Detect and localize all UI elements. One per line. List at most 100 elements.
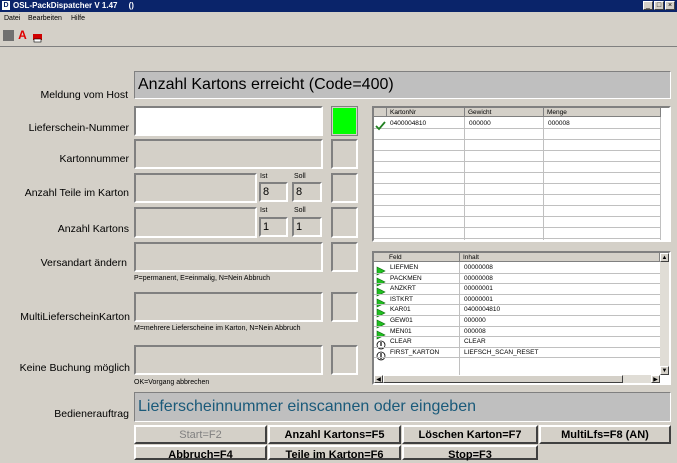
title-bar: D OSL-PackDispatcher V 1.47 () [0, 0, 677, 12]
kartons-ist-value: 1 [259, 217, 288, 237]
label-kartonnummer: Kartonnummer [59, 153, 129, 165]
field-table[interactable]: Feld Inhalt LIEFMEN 00000008 PACKMEN 000000… [372, 251, 671, 385]
field-row-feld[interactable]: ANZKRT [390, 284, 416, 293]
field-row-feld[interactable]: KAR01 [390, 305, 411, 314]
field-scroll-up[interactable]: ▲ [660, 253, 669, 262]
karton-row-menge[interactable]: 000008 [548, 119, 570, 128]
field-row-feld[interactable]: CLEAR [390, 337, 412, 346]
multi-hint: M=mehrere Lieferscheine im Karton, N=Nei… [134, 325, 301, 332]
green-arrow-icon [376, 305, 386, 318]
host-message: Anzahl Kartons erreicht (Code=400) [134, 71, 671, 99]
field-row-feld[interactable]: GEW01 [390, 316, 413, 325]
maximize-button[interactable]: □ [654, 1, 664, 10]
kartons-field [134, 207, 257, 238]
app-icon: D [2, 1, 10, 10]
karton-header-gewicht[interactable]: Gewicht [465, 108, 544, 117]
field-hscroll-thumb[interactable] [383, 375, 623, 383]
field-row-feld[interactable]: ISTKRT [390, 295, 413, 304]
karton-header-kartonnr[interactable]: KartonNr [387, 108, 465, 117]
info-icon [376, 348, 386, 361]
start-button[interactable]: Start=F2 [134, 425, 267, 444]
field-scroll-track[interactable] [660, 262, 669, 366]
stop-icon[interactable] [3, 30, 14, 41]
kartonnummer-field[interactable] [134, 139, 323, 169]
green-arrow-icon [376, 316, 386, 329]
field-scroll-down[interactable]: ▼ [660, 366, 669, 375]
field-row-inhalt[interactable]: LIEFSCH_SCAN_RESET [464, 348, 538, 357]
loeschen-karton-button[interactable]: Löschen Karton=F7 [402, 425, 538, 444]
lieferschein-input[interactable] [134, 106, 323, 136]
field-row-inhalt[interactable]: 000000 [464, 316, 486, 325]
field-row-feld[interactable]: FIRST_KARTON [390, 348, 439, 357]
field-hscroll-track[interactable] [383, 375, 651, 383]
field-header-feld[interactable]: Feld [374, 253, 460, 262]
menu-bearbeiten[interactable]: Bearbeiten [28, 13, 62, 25]
check-icon [375, 118, 386, 131]
label-keine-buchung: Keine Buchung möglich [19, 362, 130, 374]
stop-button[interactable]: Stop=F3 [402, 445, 538, 461]
label-bediener: Bedienerauftrag [54, 408, 129, 420]
field-row-inhalt[interactable]: 00000008 [464, 263, 493, 272]
label-meldung: Meldung vom Host [40, 89, 128, 101]
label-anzahl-teile: Anzahl Teile im Karton [24, 187, 129, 199]
field-row-feld[interactable]: LIEFMEN [390, 263, 418, 272]
field-row-inhalt[interactable]: 0400004810 [464, 305, 500, 314]
field-row-feld[interactable]: PACKMEN [390, 274, 422, 283]
multi-field[interactable] [134, 292, 323, 322]
status-fill [333, 108, 356, 134]
menu-datei[interactable]: Datei [4, 13, 20, 25]
multi-status [331, 292, 358, 322]
info-icon [376, 337, 386, 350]
karton-row-gewicht[interactable]: 000000 [469, 119, 491, 128]
toolbar: A [0, 27, 677, 45]
versandart-status [331, 242, 358, 272]
label-versandart: Versandart ändern [40, 257, 127, 269]
field-row-inhalt[interactable]: CLEAR [464, 337, 486, 346]
minimize-button[interactable]: _ [643, 1, 653, 10]
field-row-inhalt[interactable]: 00000001 [464, 295, 493, 304]
teile-field [134, 173, 257, 203]
green-arrow-icon [376, 295, 386, 308]
label-anzahl-kartons: Anzahl Kartons [57, 223, 129, 235]
versandart-hint: P=permanent, E=einmalig, N=Nein Abbruch [134, 275, 270, 282]
green-arrow-icon [376, 263, 386, 276]
versandart-field[interactable] [134, 242, 323, 272]
kartonnummer-status [331, 139, 358, 169]
abbruch-button[interactable]: Abbruch=F4 [134, 445, 267, 461]
field-row-feld[interactable]: MEN01 [390, 327, 412, 336]
teile-soll-value: 8 [292, 182, 322, 202]
teile-soll-label: Soll [294, 173, 306, 180]
keine-buchung-field[interactable] [134, 345, 323, 375]
label-multi: MultiLieferscheinKarton [20, 311, 130, 323]
field-header-inhalt[interactable]: Inhalt [460, 253, 660, 262]
multilfs-button[interactable]: MultiLfs=F8 (AN) [539, 425, 671, 444]
kartons-ist-label: Ist [260, 207, 268, 214]
teile-im-karton-button[interactable]: Teile im Karton=F6 [268, 445, 401, 461]
operator-task: Lieferscheinnummer einscannen oder einge… [134, 392, 671, 422]
font-a-icon[interactable]: A [17, 29, 28, 41]
teile-status [331, 173, 358, 203]
kartons-status [331, 207, 358, 238]
karton-header-menge[interactable]: Menge [544, 108, 661, 117]
field-row-inhalt[interactable]: 000008 [464, 327, 486, 336]
green-arrow-icon [376, 274, 386, 287]
menu-hilfe[interactable]: Hilfe [71, 13, 85, 25]
close-button[interactable]: × [665, 1, 675, 10]
field-row-inhalt[interactable]: 00000001 [464, 284, 493, 293]
menu-bar: Datei Bearbeiten Hilfe [0, 13, 677, 25]
teile-ist-value: 8 [259, 182, 288, 202]
field-row-inhalt[interactable]: 00000008 [464, 274, 493, 283]
karton-row-kartonnr[interactable]: 0400004810 [390, 119, 426, 128]
anzahl-kartons-button[interactable]: Anzahl Kartons=F5 [268, 425, 401, 444]
green-arrow-icon [376, 327, 386, 340]
green-arrow-icon [376, 284, 386, 297]
keine-buchung-status [331, 345, 358, 375]
field-scroll-left[interactable]: ◀ [374, 375, 383, 383]
window-title: OSL-PackDispatcher V 1.47 () [13, 1, 134, 10]
karton-table[interactable]: KartonNr Gewicht Menge 0400004810 000000… [372, 106, 671, 242]
status-indicator [331, 106, 358, 136]
keine-buchung-hint: OK=Vorgang abbrechen [134, 379, 210, 386]
field-scroll-right[interactable]: ▶ [651, 375, 660, 383]
print-icon[interactable] [32, 30, 43, 43]
karton-header-corner [374, 108, 387, 117]
